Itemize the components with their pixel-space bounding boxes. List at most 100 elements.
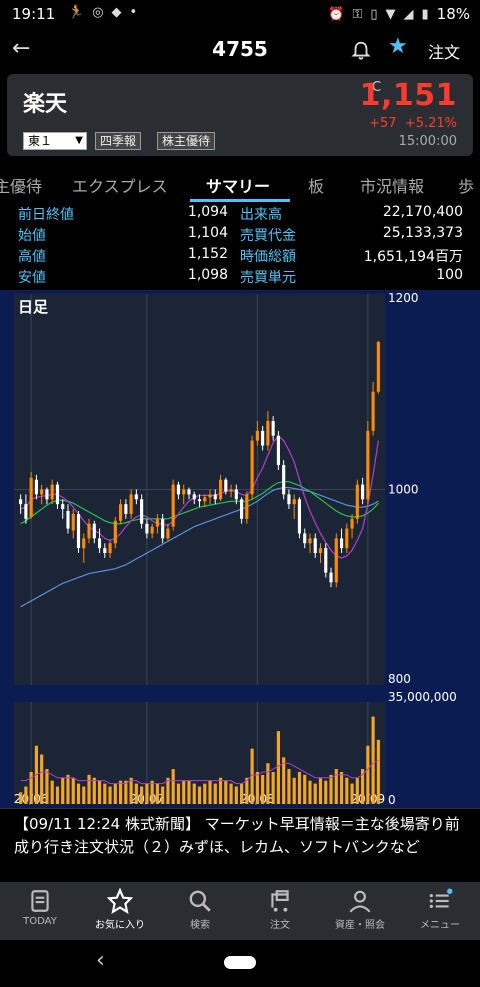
candle-body [234,489,238,500]
market-select[interactable]: 東１ ▼ [23,132,87,150]
news-ticker[interactable]: 【09/11 12:24 株式新聞】 マーケット早耳情報＝主な後場寄り前成り行き… [0,808,480,882]
candle-body [34,479,38,495]
volume-bar [334,769,338,804]
volume-bar [276,731,280,804]
volume-bar [40,754,44,804]
wifi-icon: ▼ [385,6,396,22]
volume-bar [97,780,102,804]
quarterly-report-button[interactable]: 四季報 [95,132,142,150]
volume-bar [176,783,181,804]
volume-bar [119,780,123,804]
stock-chart[interactable]: 20/0620/0720/0820/091200100080035,000,00… [0,290,480,808]
cube-icon: ◆ [111,5,122,20]
volume-bar [203,783,207,804]
candle-body [250,440,254,495]
volume-bar [134,783,138,804]
volume-bar [145,783,149,804]
candle-body [287,494,291,505]
volume-bar [350,783,354,804]
candle-body [87,523,91,539]
candle-body [129,494,133,514]
tab-board[interactable]: 板 [308,173,324,197]
candle-body [119,504,123,521]
volume-bar [297,771,302,804]
candle-body [124,504,128,514]
candle-body [324,548,328,573]
home-pill[interactable] [224,956,256,969]
volume-bar [313,783,317,804]
volume-bar [50,780,54,804]
candle-body [297,499,302,534]
tab-express[interactable]: エクスプレス [72,173,168,197]
tab-ticks[interactable]: 歩 [458,173,474,197]
candle-body [292,499,296,505]
favorite-star-icon[interactable]: ★ [388,34,408,59]
volume-bar [103,783,107,804]
system-nav-bar: ‹ [0,940,480,987]
candle-body [40,489,44,495]
volume-bar [182,780,186,804]
volume-bar [229,783,233,804]
vibrate-icon: ▯ [370,6,378,22]
system-back-icon[interactable]: ‹ [96,948,105,973]
chart-svg[interactable]: 20/0620/0720/0820/091200100080035,000,00… [0,290,480,808]
volume-bar [45,769,49,804]
nav-favorites[interactable]: お気に入り [80,888,160,931]
candle-body [271,421,275,436]
volume-bar [192,783,196,804]
volume-bar [376,739,380,804]
nav-assets[interactable]: 資産・照会 [320,888,400,931]
candle-body [350,518,354,529]
stats-row: 始値 1,104 売買代金 25,133,373 [18,225,463,244]
volume-bar [82,786,86,804]
candle-body [161,518,165,539]
volume-bar [76,783,81,804]
volume-bar [371,716,375,804]
volume-bar [140,786,144,804]
volume-bar [366,745,370,804]
bell-icon[interactable] [350,40,372,62]
candle-body [45,489,49,500]
y-tick-label: 1000 [388,483,419,497]
dot-icon: • [129,5,138,20]
volume-bar [240,783,244,804]
volume-bar [208,780,212,804]
volume-bar [113,783,117,804]
candle-body [339,538,344,549]
candle-body [61,504,65,510]
active-tab-indicator [190,199,290,202]
stats-row: 前日終値 1,094 出来高 22,170,400 [18,204,463,223]
app-bar: ← 4755 ★ 注文 [0,28,480,72]
dropdown-caret-icon: ▼ [75,135,83,146]
candle-body [308,538,312,544]
nav-menu[interactable]: メニュー [400,888,480,931]
candle-body [197,499,202,502]
volume-bar [255,771,259,804]
volume-bar [224,780,228,804]
current-price: 1,151 [359,78,457,113]
tab-benefit[interactable]: 主優待 [0,173,42,197]
stats-row: 高値 1,152 時価総額 1,651,194百万 [18,246,463,265]
candle-body [303,533,307,544]
nav-today[interactable]: TODAY [0,888,80,927]
signal-icon: ◢ [403,6,414,22]
volume-bar [261,774,265,804]
price-change: +57 +5.21% [369,116,457,131]
order-button[interactable]: 注文 [428,39,460,63]
candle-body [261,430,265,446]
tab-summary[interactable]: サマリー [206,173,270,197]
candle-body [203,497,207,502]
volume-tick-label: 35,000,000 [388,690,457,704]
volume-bar [287,769,291,804]
tab-market-info[interactable]: 市況情報 [360,173,424,197]
shareholder-benefit-button[interactable]: 株主優待 [157,132,216,150]
volume-bar [108,786,112,804]
candle-body [355,484,359,519]
volume-bar [339,771,344,804]
candle-body [134,494,138,500]
page-title: 4755 [212,37,268,61]
nav-order[interactable]: 注文 [240,888,320,931]
battery-percent: 18% [436,5,470,23]
candle-body [334,538,338,583]
nav-search[interactable]: 検索 [160,888,240,931]
